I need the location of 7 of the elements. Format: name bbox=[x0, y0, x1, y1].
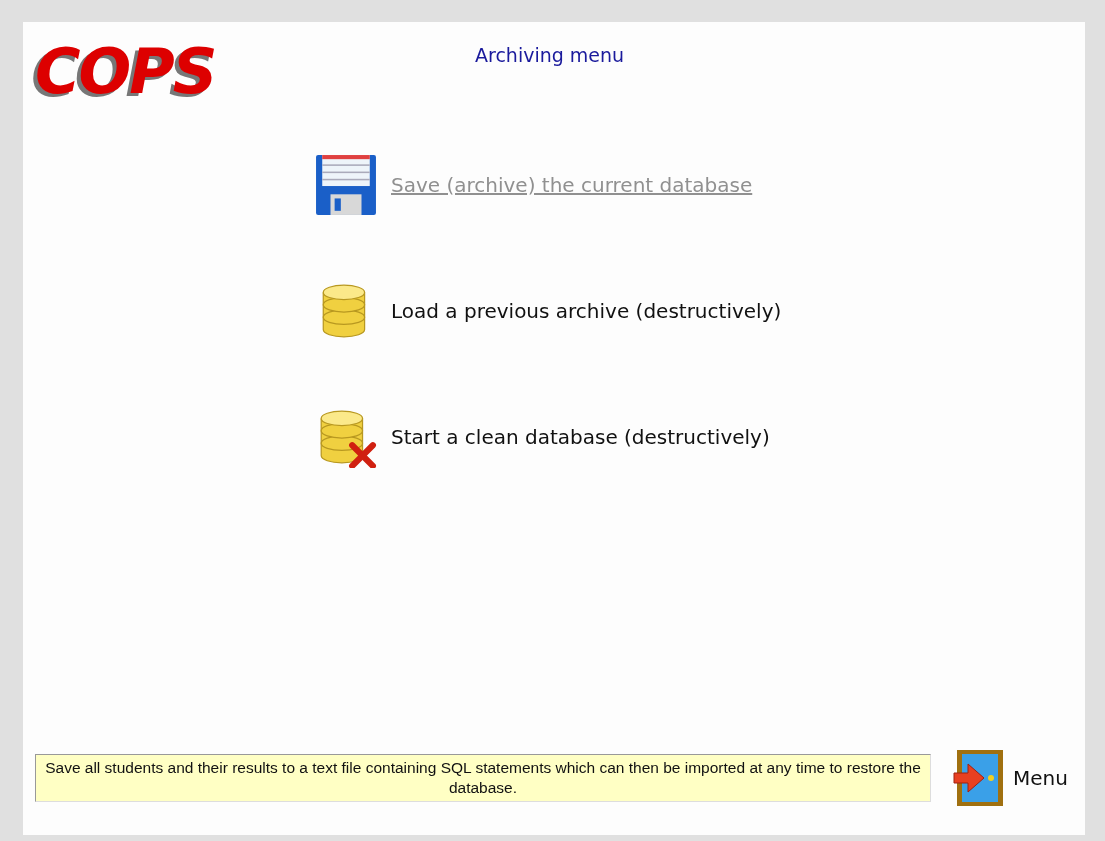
menu-option-link[interactable]: Start a clean database (destructively) bbox=[391, 425, 770, 449]
menu-button[interactable]: Menu bbox=[953, 749, 1068, 807]
page-title: Archiving menu bbox=[475, 44, 625, 66]
logo: COPS bbox=[35, 34, 217, 110]
hint-box: Save all students and their results to a text file containing SQL statements which can then be imported at any time to restore the database. bbox=[35, 754, 931, 802]
menu-option-link[interactable]: Load a previous archive (destructively) bbox=[391, 299, 782, 323]
exit-door-icon bbox=[953, 749, 1005, 807]
